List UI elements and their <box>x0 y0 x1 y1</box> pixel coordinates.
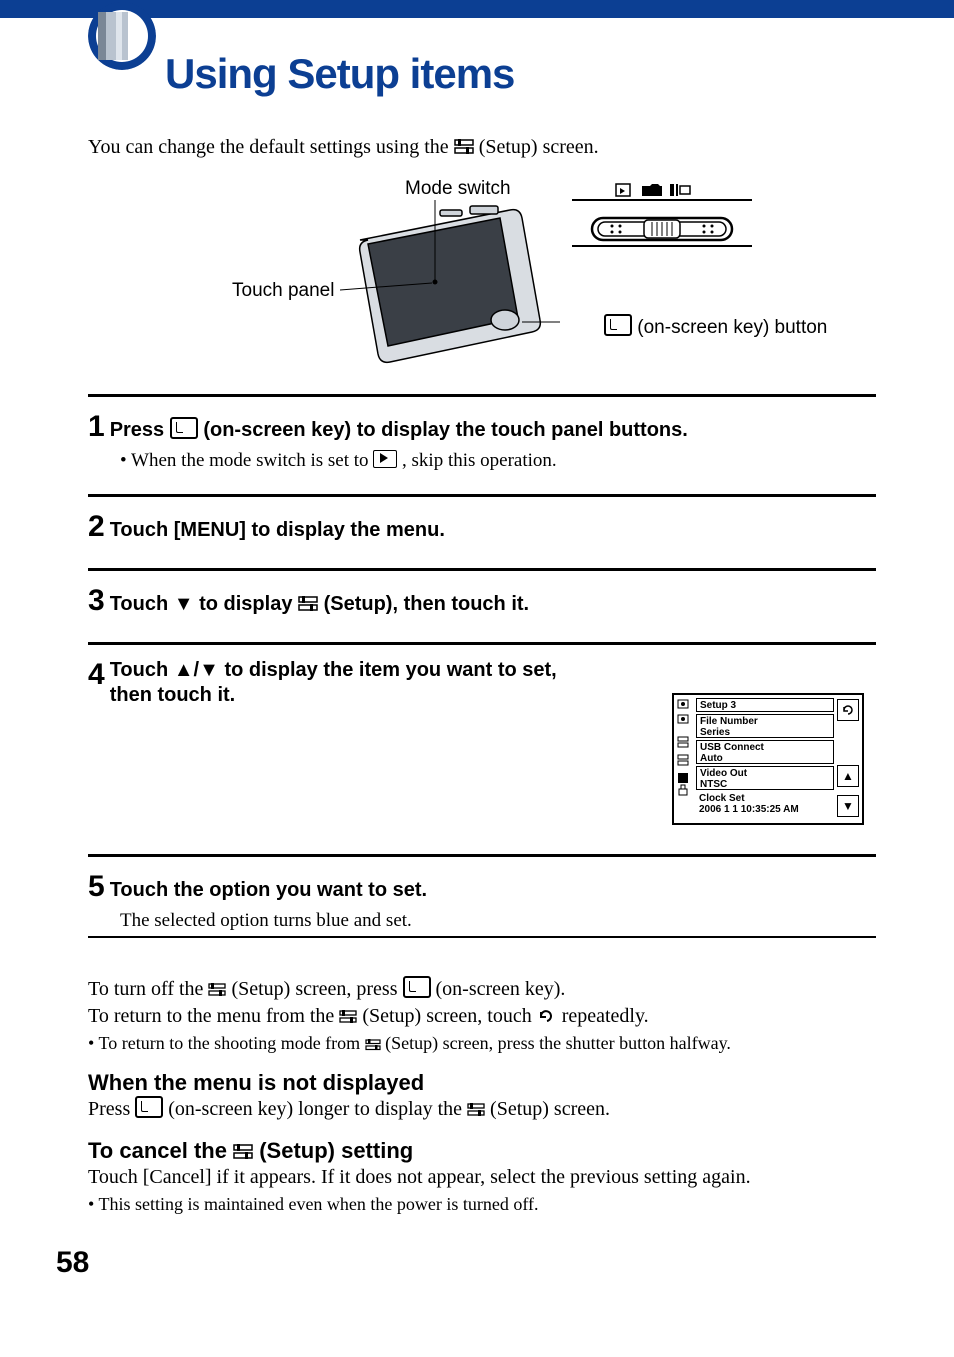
mini-row-clock-set[interactable]: Clock Set2006 1 1 10:35:25 AM <box>696 792 834 816</box>
heading-menu-not-displayed: When the menu is not displayed <box>88 1069 876 1096</box>
step-2-text: Touch [MENU] to display the menu. <box>110 519 445 541</box>
mode-switch-detail <box>572 182 752 252</box>
setup-icon <box>454 139 474 155</box>
setup-icon <box>365 1039 381 1051</box>
bt-l2a: To return to the menu from the <box>88 1005 339 1027</box>
step-1: 1 Press (on-screen key) to display the t… <box>88 410 876 472</box>
bt-l4b: (on-screen key) longer to display the <box>168 1098 467 1120</box>
setup-mini-screen: Setup 3 File NumberSeries USB ConnectAut… <box>672 693 864 825</box>
divider <box>88 854 876 857</box>
step-3-number: 3 <box>88 584 105 618</box>
playback-icon <box>373 450 397 468</box>
bt-l6: • This setting is maintained even when t… <box>88 1191 876 1218</box>
setup-icon <box>208 983 226 997</box>
step-1-text-before: Press <box>110 419 170 441</box>
bt-l3b: (Setup) screen, press the shutter button… <box>385 1033 731 1053</box>
bt-l5: Touch [Cancel] if it appears. If it does… <box>88 1164 876 1191</box>
page-title: Using Setup items <box>165 50 514 98</box>
return-arrow-icon <box>841 704 855 716</box>
bt-l4a: Press <box>88 1098 135 1120</box>
divider <box>88 642 876 645</box>
setup-icon <box>298 596 318 612</box>
setup-icon <box>339 1010 357 1024</box>
step-1-number: 1 <box>88 410 105 444</box>
h2a: To cancel the <box>88 1138 233 1163</box>
lens-icon <box>88 2 156 70</box>
bt-l1b: (Setup) screen, press <box>231 978 402 1000</box>
mini-down-button[interactable]: ▼ <box>837 795 859 817</box>
intro-after: (Setup) screen. <box>479 136 599 158</box>
bt-l2b: (Setup) screen, touch <box>362 1005 536 1027</box>
on-screen-key-icon <box>604 314 632 336</box>
intro-before: You can change the default settings usin… <box>88 136 454 158</box>
step-4-text: Touch ▲/▼ to display the item you want t… <box>110 658 580 708</box>
on-screen-key-icon <box>170 417 198 439</box>
setup-icon <box>233 1144 253 1160</box>
bottom-block: To turn off the (Setup) screen, press (o… <box>88 976 876 1218</box>
label-mode-switch: Mode switch <box>405 178 511 200</box>
mini-row-file-number[interactable]: File NumberSeries <box>696 714 834 738</box>
step-5-sub: The selected option turns blue and set. <box>120 910 876 932</box>
step-3-text-after: (Setup), then touch it. <box>324 593 530 615</box>
bt-l1c: (on-screen key). <box>436 978 566 1000</box>
mini-sidebar-icons <box>676 697 692 817</box>
step-2: 2 Touch [MENU] to display the menu. <box>88 510 876 544</box>
breadcrumb: Using the Setup screen <box>165 27 376 49</box>
divider <box>88 568 876 571</box>
step-5-text: Touch the option you want to set. <box>110 879 427 901</box>
camera-diagram <box>340 200 560 370</box>
osk-text: (on-screen key) button <box>637 317 827 338</box>
bt-l1a: To turn off the <box>88 978 208 1000</box>
divider <box>88 494 876 497</box>
heading-cancel-setup: To cancel the (Setup) setting <box>88 1137 876 1164</box>
step-3-text-before: Touch ▼ to display <box>110 593 298 615</box>
mini-row-video-out[interactable]: Video OutNTSC <box>696 766 834 790</box>
divider <box>88 936 876 938</box>
bt-l2c: repeatedly. <box>562 1005 649 1027</box>
step-3: 3 Touch ▼ to display (Setup), then touch… <box>88 584 876 618</box>
divider <box>88 394 876 397</box>
step-2-number: 2 <box>88 510 105 544</box>
bt-l3a: • To return to the shooting mode from <box>88 1033 365 1053</box>
return-arrow-icon <box>537 1008 557 1024</box>
label-touch-panel: Touch panel <box>232 280 334 302</box>
step-5-number: 5 <box>88 870 105 904</box>
step-1-sub-after: , skip this operation. <box>402 450 557 471</box>
page-number: 58 <box>56 1246 89 1280</box>
mini-up-button[interactable]: ▲ <box>837 765 859 787</box>
step-4-number: 4 <box>88 658 105 692</box>
h2b: (Setup) setting <box>259 1138 413 1163</box>
on-screen-key-icon <box>135 1096 163 1118</box>
setup-icon <box>467 1103 485 1117</box>
step-1-sub-before: • When the mode switch is set to <box>120 450 373 471</box>
mini-title: Setup 3 <box>696 698 834 712</box>
step-4: 4 Touch ▲/▼ to display the item you want… <box>88 658 608 708</box>
mini-row-usb-connect[interactable]: USB ConnectAuto <box>696 740 834 764</box>
label-osk-button: (on-screen key) button <box>604 314 827 339</box>
step-1-text-after: (on-screen key) to display the touch pan… <box>203 419 688 441</box>
step-5: 5 Touch the option you want to set. The … <box>88 870 876 932</box>
on-screen-key-icon <box>403 976 431 998</box>
intro-text: You can change the default settings usin… <box>88 136 599 159</box>
mini-back-button[interactable] <box>837 699 859 721</box>
bt-l4c: (Setup) screen. <box>490 1098 610 1120</box>
